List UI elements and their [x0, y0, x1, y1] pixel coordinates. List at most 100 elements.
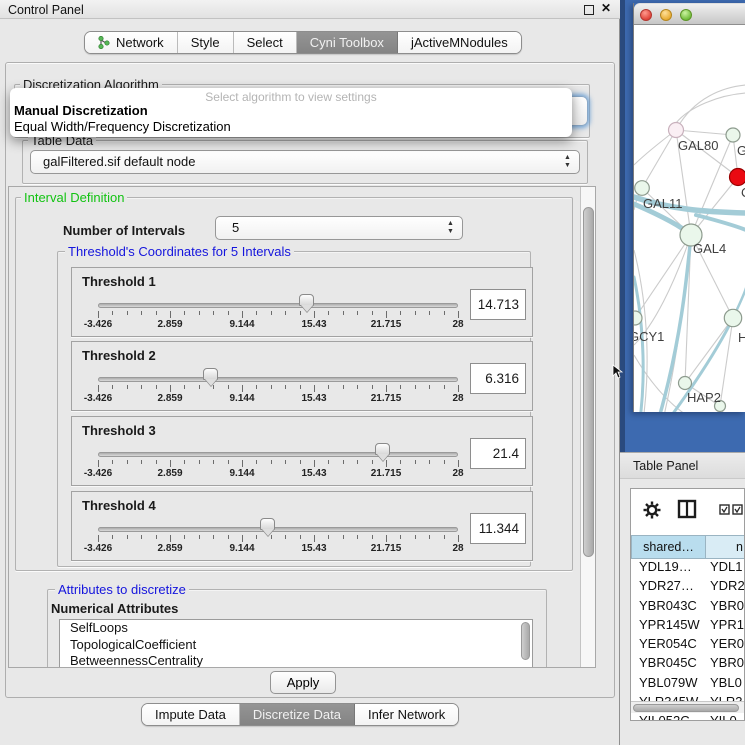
attributes-scrollbar-thumb[interactable] [521, 622, 530, 660]
mac-zoom-icon[interactable] [680, 9, 692, 21]
tick-mark [170, 460, 171, 467]
tick-mark [156, 535, 157, 539]
tick-mark [184, 385, 185, 389]
table-hscrollbar-thumb[interactable] [633, 704, 739, 712]
cell-name: YBL0 [706, 675, 745, 694]
tick-mark [458, 460, 459, 467]
node-top-right[interactable] [726, 128, 740, 142]
top-tab-bar: NetworkStyleSelect Cyni Toolbox jActiveMNo… [84, 31, 522, 54]
slider-ticks [98, 460, 458, 468]
slider-thumb[interactable] [260, 518, 275, 530]
table-row[interactable]: YBR043CYBR0 [631, 598, 745, 617]
table-row[interactable]: YBR045CYBR0 [631, 655, 745, 674]
threshold-value-field[interactable]: 21.4 [470, 438, 526, 469]
close-icon[interactable]: ✕ [601, 1, 612, 12]
tick-label: 9.144 [229, 393, 254, 404]
threshold-panel-2: Threshold 2 -3.4262.8599.14415.4321.7152… [71, 341, 533, 411]
tab-select[interactable]: Select [234, 32, 297, 53]
network-canvas[interactable]: GAL80GCGAL11GAL4GCY1HHAP2 [634, 25, 745, 412]
threshold-slider[interactable]: -3.4262.8599.14415.4321.71528 [98, 417, 458, 487]
tick-mark [141, 385, 142, 389]
tab-style[interactable]: Style [178, 32, 234, 53]
tab-cyni-toolbox[interactable]: Cyni Toolbox [297, 32, 398, 53]
tick-mark [256, 311, 257, 315]
attribute-item[interactable]: TopologicalCoefficient [60, 637, 532, 654]
table-horizontal-scrollbar[interactable] [631, 701, 744, 713]
node-gal80[interactable] [669, 123, 684, 138]
tab-impute-data[interactable]: Impute Data [142, 704, 240, 725]
tick-mark [300, 385, 301, 389]
slider-thumb[interactable] [299, 294, 314, 306]
checkboxes-icon[interactable] [719, 504, 745, 515]
number-of-intervals-spinner[interactable]: 5 ▲▼ [215, 216, 463, 240]
panel-vertical-scrollbar[interactable] [580, 187, 595, 668]
tick-mark [112, 460, 113, 464]
attribute-item[interactable]: SelfLoops [60, 620, 532, 637]
tick-mark [386, 460, 387, 467]
tick-mark [429, 535, 430, 539]
table-row[interactable]: YIL052CYIL0 [631, 713, 745, 721]
mac-minimize-icon[interactable] [660, 9, 672, 21]
table-row[interactable]: YDR27…YDR2 [631, 578, 745, 597]
tick-mark [458, 385, 459, 392]
network-window-titlebar[interactable] [634, 3, 745, 25]
tick-mark [213, 460, 214, 464]
control-panel: Control Panel ✕ NetworkStyleSelectCyni T… [0, 0, 620, 745]
node-h[interactable] [724, 309, 741, 326]
column-header-shared-name[interactable]: shared… [631, 535, 706, 559]
threshold-slider[interactable]: -3.4262.8599.14415.4321.71528 [98, 342, 458, 412]
cell-name: YPR1 [706, 617, 745, 636]
slider-thumb[interactable] [203, 368, 218, 380]
tick-mark [228, 535, 229, 539]
table-row[interactable]: YER054CYER0 [631, 636, 745, 655]
tick-mark [112, 535, 113, 539]
node-red[interactable] [730, 169, 745, 186]
tab-discretize-data[interactable]: Discretize Data [240, 704, 355, 725]
table-row[interactable]: YBL079WYBL0 [631, 675, 745, 694]
threshold-slider[interactable]: -3.4262.8599.14415.4321.71528 [98, 492, 458, 562]
table-row[interactable]: YPR145WYPR1 [631, 617, 745, 636]
threshold-slider[interactable]: -3.4262.8599.14415.4321.71528 [98, 268, 458, 338]
popup-option-equal-width-frequency[interactable]: Equal Width/Frequency Discretization [14, 119, 568, 134]
cell-shared-name: YDR27… [631, 578, 706, 597]
panel-scrollbar-thumb[interactable] [583, 207, 594, 557]
slider-track[interactable] [98, 452, 458, 457]
gear-icon[interactable] [643, 501, 661, 519]
apply-button[interactable]: Apply [270, 671, 336, 694]
threshold-value-field[interactable]: 11.344 [470, 513, 526, 544]
node-gcy1[interactable] [634, 311, 642, 325]
tab-infer-network[interactable]: Infer Network [355, 704, 458, 725]
tick-mark [170, 311, 171, 318]
cell-shared-name: YIL052C [631, 713, 706, 721]
column-header-name[interactable]: n [706, 535, 745, 559]
table-row[interactable]: YDL19…YDL1 [631, 559, 745, 578]
tab-network[interactable]: Network [85, 32, 178, 53]
mac-close-icon[interactable] [640, 9, 652, 21]
node-gal11[interactable] [635, 181, 650, 196]
tick-mark [444, 460, 445, 464]
table-data-combobox[interactable]: galFiltered.sif default node ▲▼ [30, 150, 580, 174]
node-hap2[interactable] [679, 377, 692, 390]
threshold-value-field[interactable]: 14.713 [470, 289, 526, 320]
tick-mark [357, 535, 358, 539]
slider-thumb[interactable] [375, 443, 390, 455]
split-columns-icon[interactable] [677, 499, 697, 519]
tick-mark [127, 385, 128, 389]
tick-mark [314, 535, 315, 542]
slider-track[interactable] [98, 303, 458, 308]
popup-option-manual-discretization[interactable]: Manual Discretization [14, 103, 568, 118]
threshold-value-field[interactable]: 6.316 [470, 363, 526, 394]
float-window-icon[interactable] [583, 4, 594, 15]
numerical-attributes-list[interactable]: SelfLoopsTopologicalCoefficientBetweenne… [59, 619, 533, 668]
slider-tick-labels: -3.4262.8599.14415.4321.71528 [98, 319, 458, 331]
combo-stepper-icon: ▲▼ [563, 154, 572, 170]
attribute-item[interactable]: BetweennessCentrality [60, 653, 532, 668]
screen: Control Panel ✕ NetworkStyleSelectCyni T… [0, 0, 745, 745]
tab-jactivemnodules[interactable]: jActiveMNodules [398, 32, 521, 53]
tab-label: Cyni Toolbox [310, 35, 384, 50]
tick-mark [98, 385, 99, 392]
tick-mark [98, 311, 99, 318]
slider-track[interactable] [98, 377, 458, 382]
slider-track[interactable] [98, 527, 458, 532]
tick-mark [386, 535, 387, 542]
